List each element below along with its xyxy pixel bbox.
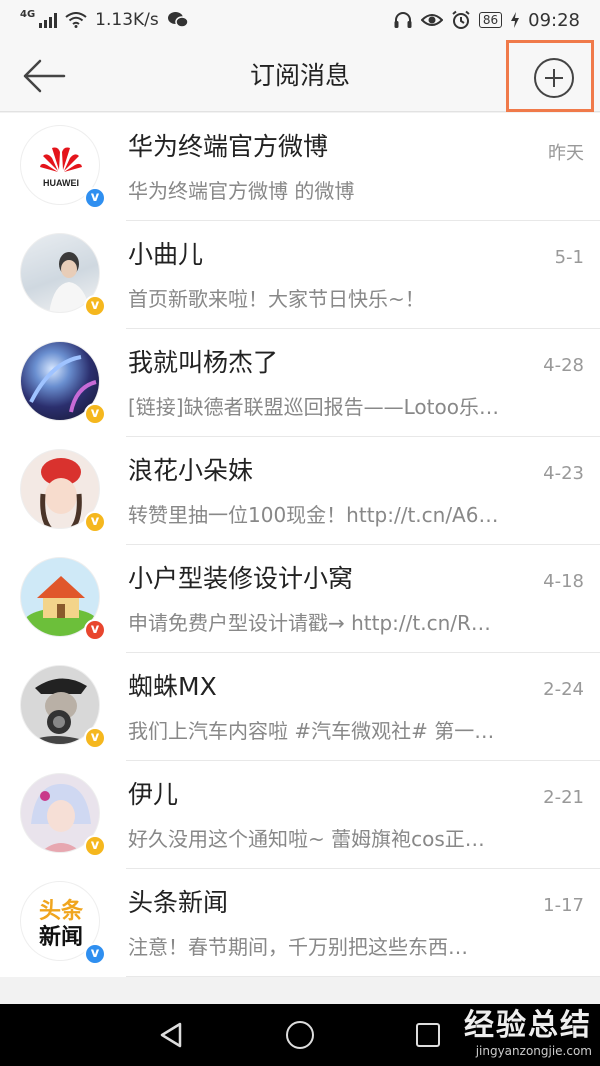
verified-badge: v (84, 943, 106, 965)
subscription-name: 小曲儿 (128, 240, 204, 269)
signal-icon (39, 12, 58, 28)
subscription-list: HUAWEI v 华为终端官方微博 昨天 华为终端官方微博 的微博 v 小曲儿 … (0, 113, 600, 977)
subscription-name: 小户型装修设计小窝 (128, 564, 354, 593)
battery-level: 86 (478, 12, 503, 28)
nav-recent-apps-button[interactable] (416, 1023, 440, 1047)
subscription-time: 4-23 (543, 463, 584, 484)
subscription-time: 5-1 (554, 247, 584, 268)
nav-back-icon[interactable] (158, 1022, 184, 1048)
svg-text:HUAWEI: HUAWEI (43, 178, 79, 188)
subscription-name: 我就叫杨杰了 (128, 348, 279, 377)
subscription-time: 1-17 (543, 895, 584, 916)
list-item[interactable]: 头条 新闻 v 头条新闻 1-17 注意！春节期间，千万别把这些东西… (0, 869, 600, 977)
list-item[interactable]: HUAWEI v 华为终端官方微博 昨天 华为终端官方微博 的微博 (0, 113, 600, 221)
verified-badge: v (84, 403, 106, 425)
subscription-snippet: 转赞里抽一位100现金！http://t.cn/A6… (128, 503, 499, 527)
list-item[interactable]: v 我就叫杨杰了 4-28 [链接]缺德者联盟巡回报告——Lotoo乐… (0, 329, 600, 437)
list-item[interactable]: v 伊儿 2-21 好久没用这个通知啦~ 蕾姆旗袍cos正… (0, 761, 600, 869)
svg-text:头条: 头条 (39, 898, 84, 924)
list-item[interactable]: v 浪花小朵妹 4-23 转赞里抽一位100现金！http://t.cn/A6… (0, 437, 600, 545)
subscription-name: 蜘蛛MX (128, 672, 217, 701)
subscription-snippet: 好久没用这个通知啦~ 蕾姆旗袍cos正… (128, 827, 485, 851)
list-item[interactable]: v 小曲儿 5-1 首页新歌来啦！大家节日快乐~！ (0, 221, 600, 329)
list-item[interactable]: v 小户型装修设计小窝 4-18 申请免费户型设计请戳→ http://t.cn… (0, 545, 600, 653)
subscription-snippet: 首页新歌来啦！大家节日快乐~！ (128, 287, 425, 311)
subscription-name: 浪花小朵妹 (128, 456, 254, 485)
divider (126, 976, 600, 977)
list-item[interactable]: v 蜘蛛MX 2-24 我们上汽车内容啦 #汽车微观社# 第一… (0, 653, 600, 761)
network-type: 4G (20, 8, 36, 20)
status-bar: 4G 1.13K/s 86 09:28 (0, 0, 600, 40)
subscription-snippet: 申请免费户型设计请戳→ http://t.cn/R… (128, 611, 491, 635)
eye-icon (420, 14, 443, 26)
add-subscription-button[interactable] (534, 58, 574, 98)
subscription-name: 头条新闻 (128, 888, 229, 917)
headphones-icon (394, 12, 412, 28)
subscription-time: 昨天 (548, 143, 584, 164)
nav-home-button[interactable] (286, 1021, 314, 1049)
verified-badge: v (84, 619, 106, 641)
subscription-snippet: 我们上汽车内容啦 #汽车微观社# 第一… (128, 719, 495, 743)
watermark: 经验总结 jingyanzongjie.com (464, 1008, 592, 1058)
subscription-snippet: 华为终端官方微博 的微博 (128, 179, 355, 203)
subscription-time: 2-24 (543, 679, 584, 700)
verified-badge: v (84, 295, 106, 317)
clock: 09:28 (528, 9, 580, 31)
subscription-time: 4-18 (543, 571, 584, 592)
verified-badge: v (84, 187, 106, 209)
subscription-name: 伊儿 (128, 780, 179, 809)
verified-badge: v (84, 835, 106, 857)
subscription-name: 华为终端官方微博 (128, 132, 329, 161)
charging-icon (511, 12, 520, 28)
wifi-icon (65, 12, 87, 28)
wechat-icon (167, 12, 189, 28)
subscription-snippet: [链接]缺德者联盟巡回报告——Lotoo乐… (128, 395, 499, 419)
subscription-time: 2-21 (543, 787, 584, 808)
verified-badge: v (84, 727, 106, 749)
subscription-snippet: 注意！春节期间，千万别把这些东西… (128, 935, 468, 959)
verified-badge: v (84, 511, 106, 533)
subscription-time: 4-28 (543, 355, 584, 376)
svg-text:新闻: 新闻 (39, 924, 83, 950)
back-button[interactable] (20, 56, 68, 96)
arrow-left-icon (23, 59, 66, 93)
header: 订阅消息 (0, 40, 600, 112)
network-speed: 1.13K/s (95, 10, 159, 30)
alarm-icon (452, 10, 470, 29)
